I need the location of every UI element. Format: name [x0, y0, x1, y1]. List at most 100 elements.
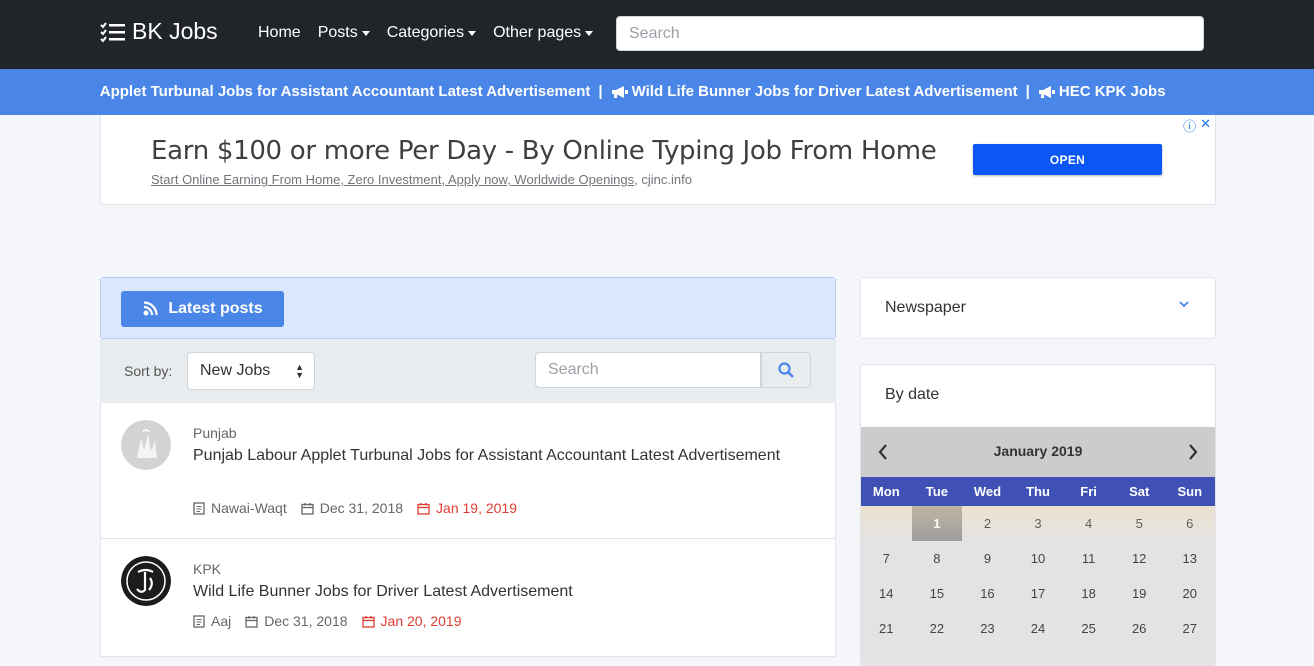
- top-navbar: BK Jobs Home Posts Categories Other page…: [0, 0, 1314, 69]
- document-icon: [193, 614, 205, 628]
- latest-posts-label: Latest posts: [168, 300, 263, 317]
- calendar-grid: 1 2 3 4 5 6 7 8 9 10 11 12 13 14 15 16 17 18 19 20 21 22 23 24 2…: [861, 506, 1215, 666]
- calendar-day-cell[interactable]: 22: [912, 611, 963, 646]
- calendar-day-cell[interactable]: 27: [1164, 611, 1215, 646]
- post-date: Dec 31, 2018: [245, 613, 348, 629]
- newspaper-label: Newspaper: [885, 299, 966, 316]
- ticker-item[interactable]: HEC KPK Jobs: [1038, 69, 1166, 115]
- calendar-day-cell[interactable]: 16: [962, 576, 1013, 611]
- calendar-day-cell[interactable]: 3: [1013, 506, 1064, 541]
- calendar-day-cell[interactable]: 20: [1164, 576, 1215, 611]
- checklist-icon: [100, 21, 125, 43]
- ad-subtitle-link[interactable]: Start Online Earning From Home, Zero Inv…: [151, 172, 634, 187]
- calendar-day-cell[interactable]: 24: [1013, 611, 1064, 646]
- post-item[interactable]: Punjab Punjab Labour Applet Turbunal Job…: [100, 403, 836, 539]
- calendar-weekdays: Mon Tue Wed Thu Fri Sat Sun: [861, 477, 1215, 506]
- sort-select[interactable]: New Jobs ▲ ▼: [187, 352, 315, 390]
- nav-other-pages-label: Other pages: [493, 24, 582, 41]
- megaphone-icon: [611, 86, 628, 99]
- post-deadline-value: Jan 19, 2019: [436, 500, 517, 516]
- document-icon: [193, 501, 205, 515]
- brand-logo[interactable]: BK Jobs: [100, 18, 218, 45]
- calendar-header: January 2019: [861, 427, 1215, 477]
- calendar-icon: [245, 615, 258, 628]
- ticker-separator: |: [1025, 83, 1030, 100]
- calendar-day-cell[interactable]: 6: [1164, 506, 1215, 541]
- ticker-window: our Applet Turbunal Jobs for Assistant A…: [100, 69, 1212, 115]
- post-region[interactable]: KPK: [193, 561, 221, 577]
- weekday-label: Sat: [1129, 484, 1150, 499]
- calendar-day-cell[interactable]: 9: [962, 541, 1013, 576]
- ticker-item-text: Wild Life Bunner Jobs for Driver Latest …: [631, 83, 1018, 100]
- calendar-day-cell[interactable]: 8: [912, 541, 963, 576]
- caret-down-icon: [468, 30, 477, 36]
- post-newspaper-name: Aaj: [211, 613, 232, 629]
- ad-title[interactable]: Earn $100 or more Per Day - By Online Ty…: [151, 136, 937, 166]
- calendar-day-cell[interactable]: 5: [1114, 506, 1165, 541]
- calendar-day-cell[interactable]: 7: [861, 541, 912, 576]
- calendar-week-row: 21 22 23 24 25 26 27: [861, 611, 1215, 646]
- nav-categories[interactable]: Categories: [387, 24, 477, 42]
- nav-home[interactable]: Home: [258, 24, 301, 42]
- sort-label: Sort by:: [124, 363, 173, 379]
- calendar-day-cell[interactable]: 12: [1114, 541, 1165, 576]
- search-icon: [778, 362, 794, 378]
- calendar-day-cell[interactable]: 1: [911, 506, 963, 541]
- by-date-label: By date: [885, 386, 940, 403]
- caret-down-icon: [361, 30, 370, 36]
- calendar-week-row: 14 15 16 17 18 19 20: [861, 576, 1215, 611]
- calendar-day-cell[interactable]: 13: [1164, 541, 1215, 576]
- calendar-day-cell[interactable]: 21: [861, 611, 912, 646]
- post-date-value: Dec 31, 2018: [264, 613, 348, 629]
- calendar-day-cell[interactable]: 15: [912, 576, 963, 611]
- calendar-day-cell[interactable]: 18: [1063, 576, 1114, 611]
- calendar-day-cell[interactable]: 26: [1114, 611, 1165, 646]
- ad-info-icon[interactable]: ⓘ: [1183, 116, 1196, 135]
- navbar-search-input[interactable]: [616, 16, 1204, 51]
- chevron-right-icon[interactable]: [1187, 443, 1199, 461]
- calendar-day-cell[interactable]: 23: [962, 611, 1013, 646]
- calendar-day-cell[interactable]: 14: [861, 576, 912, 611]
- post-newspaper[interactable]: Nawai-Waqt: [193, 500, 287, 516]
- nav-home-label: Home: [258, 24, 301, 41]
- post-title[interactable]: Punjab Labour Applet Turbunal Jobs for A…: [193, 447, 780, 465]
- newspaper-filter[interactable]: Newspaper: [860, 277, 1216, 339]
- post-meta: Nawai-Waqt Dec 31, 2018 Jan 19, 2019: [193, 500, 517, 516]
- news-ticker: our Applet Turbunal Jobs for Assistant A…: [0, 69, 1314, 115]
- post-avatar: [121, 420, 171, 470]
- calendar-day-cell[interactable]: 2: [962, 506, 1013, 541]
- ticker-item[interactable]: Wild Life Bunner Jobs for Driver Latest …: [611, 69, 1018, 115]
- calendar-day-cell[interactable]: 4: [1063, 506, 1114, 541]
- post-title[interactable]: Wild Life Bunner Jobs for Driver Latest …: [193, 583, 573, 601]
- ticker-item-text: HEC KPK Jobs: [1058, 83, 1166, 100]
- calendar-week-row: 7 8 9 10 11 12 13: [861, 541, 1215, 576]
- post-newspaper[interactable]: Aaj: [193, 613, 231, 629]
- ad-close-icon[interactable]: ✕: [1200, 116, 1211, 135]
- calendar-day-cell[interactable]: 17: [1013, 576, 1064, 611]
- brand-name: BK Jobs: [132, 18, 218, 44]
- advertisement-banner[interactable]: Earn $100 or more Per Day - By Online Ty…: [100, 115, 1216, 205]
- calendar-day-cell[interactable]: 25: [1063, 611, 1114, 646]
- chevron-down-icon[interactable]: [1179, 300, 1189, 308]
- select-arrows-icon: ▲ ▼: [295, 362, 304, 380]
- rss-icon: [143, 301, 158, 316]
- nav-other-pages[interactable]: Other pages: [493, 24, 594, 42]
- post-deadline-value: Jan 20, 2019: [380, 613, 462, 629]
- ad-open-button[interactable]: OPEN: [973, 144, 1162, 175]
- calendar-day-cell[interactable]: 19: [1114, 576, 1165, 611]
- ticker-separator: |: [598, 83, 603, 100]
- ad-info-controls: ⓘ ✕: [1183, 116, 1211, 135]
- posts-search-input[interactable]: [535, 352, 761, 388]
- posts-search-button[interactable]: [761, 352, 811, 388]
- calendar-day-cell[interactable]: 11: [1063, 541, 1114, 576]
- nav-posts[interactable]: Posts: [318, 24, 370, 42]
- post-item[interactable]: KPK Wild Life Bunner Jobs for Driver Lat…: [100, 539, 836, 657]
- posts-header: Latest posts: [100, 277, 836, 339]
- megaphone-icon: [1038, 86, 1055, 99]
- ticker-item[interactable]: our Applet Turbunal Jobs for Assistant A…: [100, 69, 590, 115]
- weekday-label: Tue: [925, 484, 948, 499]
- latest-posts-button[interactable]: Latest posts: [121, 291, 284, 327]
- calendar-day-cell[interactable]: 10: [1013, 541, 1064, 576]
- post-region[interactable]: Punjab: [193, 425, 237, 441]
- weekday-label: Wed: [973, 484, 1002, 499]
